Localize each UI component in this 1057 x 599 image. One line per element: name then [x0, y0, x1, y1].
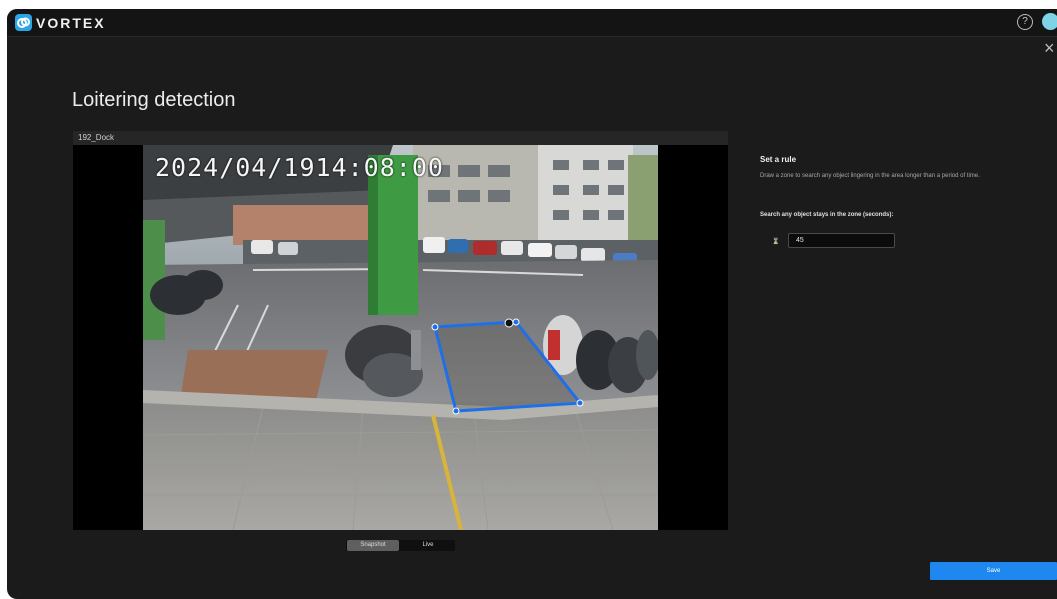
top-bar: VORTEX ?: [7, 9, 1057, 37]
camera-snapshot[interactable]: 2024/04/1914:08:00: [143, 145, 658, 530]
loitering-detection-window: VORTEX ? × Loitering detection 192_Dock: [7, 9, 1057, 599]
camera-name: 192_Dock: [78, 133, 115, 142]
page-title: Loitering detection: [72, 89, 236, 111]
rule-title: Set a rule: [760, 155, 797, 164]
camera-panel: 192_Dock 2024/04/1914:08:00: [73, 131, 728, 530]
hourglass-icon: ⌛: [772, 239, 780, 245]
rule-description: Draw a zone to search any object lingeri…: [760, 173, 980, 179]
duration-input[interactable]: [788, 233, 895, 248]
camera-scene: [143, 145, 658, 530]
duration-field-label: Search any object stays in the zone (sec…: [760, 212, 894, 218]
brand-name: VORTEX: [36, 15, 106, 31]
view-toggle: Snapshot Live: [346, 540, 455, 551]
camera-header: 192_Dock: [73, 131, 728, 145]
help-icon[interactable]: ?: [1017, 14, 1033, 30]
camera-timestamp: 2024/04/1914:08:00: [155, 153, 444, 182]
vortex-logo-icon: [15, 14, 32, 31]
close-icon[interactable]: ×: [1044, 39, 1055, 57]
live-toggle-button[interactable]: Live: [402, 540, 454, 551]
save-button[interactable]: Save: [930, 562, 1057, 580]
snapshot-toggle-button[interactable]: Snapshot: [347, 540, 399, 551]
user-avatar[interactable]: [1042, 13, 1057, 30]
